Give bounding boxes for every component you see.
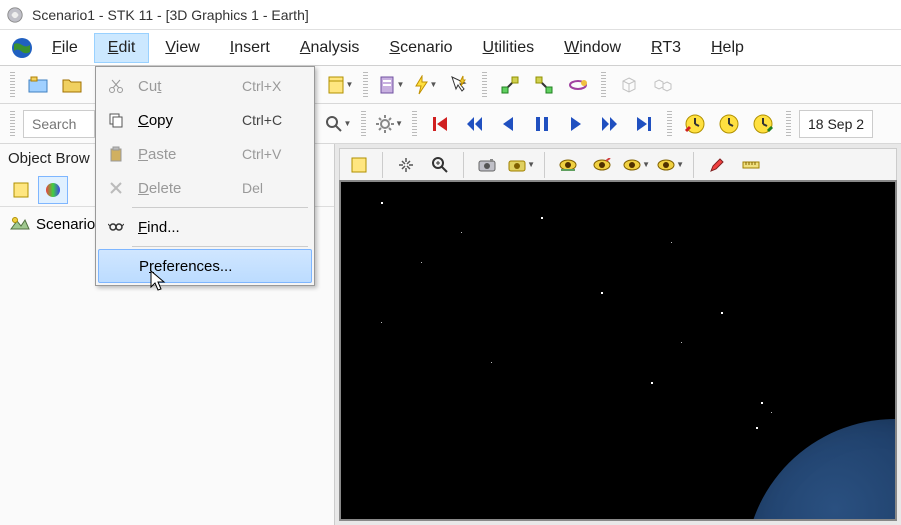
menu-window[interactable]: Window	[550, 33, 635, 63]
search-input[interactable]	[24, 116, 94, 132]
animation-end-button[interactable]	[629, 109, 659, 139]
menu-scenario[interactable]: Scenario	[375, 33, 466, 63]
viewport-panel: ▼ ▼ ▼	[335, 144, 901, 525]
camera-button[interactable]	[472, 150, 502, 180]
cut-icon	[102, 78, 130, 94]
cubes-button[interactable]	[648, 70, 678, 100]
find-icon	[102, 220, 130, 234]
menu-item-copy[interactable]: Copy Ctrl+C	[98, 103, 312, 137]
menu-file[interactable]: File	[38, 33, 92, 63]
view-eye3-button[interactable]: ▼	[621, 150, 651, 180]
menu-item-paste[interactable]: Paste Ctrl+V	[98, 137, 312, 171]
cube-button[interactable]	[614, 70, 644, 100]
grip[interactable]	[361, 111, 366, 137]
vp-notes-button[interactable]	[344, 150, 374, 180]
play-back-button[interactable]	[493, 109, 523, 139]
menu-separator	[132, 246, 308, 247]
grip[interactable]	[412, 111, 417, 137]
edit-menu-dropdown: Cut Ctrl+X Copy Ctrl+C Paste Ctrl+V Dele…	[95, 66, 315, 286]
new-scenario-button[interactable]	[23, 70, 53, 100]
snapshot-button[interactable]: ▼	[506, 150, 536, 180]
open-button[interactable]	[57, 70, 87, 100]
grip[interactable]	[10, 72, 15, 98]
report-button[interactable]: ▼	[376, 70, 406, 100]
view-eye4-button[interactable]: ▼	[655, 150, 685, 180]
menu-separator	[132, 207, 308, 208]
view-eye1-button[interactable]	[553, 150, 583, 180]
menu-insert[interactable]: Insert	[216, 33, 284, 63]
date-field[interactable]: 18 Sep 2	[799, 110, 873, 138]
tab-color-button[interactable]	[38, 176, 68, 204]
viewport-toolbar: ▼ ▼ ▼	[339, 148, 897, 180]
step-forward-button[interactable]	[595, 109, 625, 139]
grip[interactable]	[786, 111, 791, 137]
vector-button[interactable]	[495, 70, 525, 100]
cursor-lightning-button[interactable]	[444, 70, 474, 100]
menu-edit[interactable]: Edit	[94, 33, 150, 63]
3d-viewport[interactable]	[339, 180, 897, 521]
globe-icon[interactable]	[8, 34, 36, 62]
play-forward-button[interactable]	[561, 109, 591, 139]
grip[interactable]	[482, 72, 487, 98]
grip[interactable]	[667, 111, 672, 137]
vector2-button[interactable]	[529, 70, 559, 100]
menubar: File Edit View Insert Analysis Scenario …	[0, 30, 901, 66]
zoom-dropdown-button[interactable]: ▼	[323, 109, 353, 139]
menu-item-cut[interactable]: Cut Ctrl+X	[98, 69, 312, 103]
menu-item-delete[interactable]: Delete Del	[98, 171, 312, 205]
time-decrease-button[interactable]	[680, 109, 710, 139]
search-box[interactable]	[23, 110, 95, 138]
app-icon	[6, 6, 24, 24]
gear-button[interactable]: ▼	[374, 109, 404, 139]
tab-notes-button[interactable]	[6, 176, 36, 204]
grip[interactable]	[10, 111, 15, 137]
orbit-button[interactable]	[563, 70, 593, 100]
ruler-button[interactable]	[736, 150, 766, 180]
title-bar: Scenario1 - STK 11 - [3D Graphics 1 - Ea…	[0, 0, 901, 30]
draw-pencil-button[interactable]	[702, 150, 732, 180]
menu-analysis[interactable]: Analysis	[286, 33, 374, 63]
pan-button[interactable]	[391, 150, 421, 180]
view-eye2-button[interactable]	[587, 150, 617, 180]
delete-icon	[102, 181, 130, 195]
menu-help[interactable]: Help	[697, 33, 758, 63]
copy-icon	[102, 112, 130, 128]
notes-button[interactable]: ▼	[325, 70, 355, 100]
menu-view[interactable]: View	[151, 33, 213, 63]
lightning-button[interactable]: ▼	[410, 70, 440, 100]
tree-item-label: Scenario1	[36, 216, 104, 233]
window-title: Scenario1 - STK 11 - [3D Graphics 1 - Ea…	[32, 7, 309, 23]
menu-utilities[interactable]: Utilities	[469, 33, 549, 63]
menu-item-preferences[interactable]: Preferences...	[98, 249, 312, 283]
time-increase-button[interactable]	[748, 109, 778, 139]
earth-globe	[745, 419, 897, 521]
menu-item-find[interactable]: Find...	[98, 210, 312, 244]
pause-button[interactable]	[527, 109, 557, 139]
grip[interactable]	[363, 72, 368, 98]
menu-rt3[interactable]: RT3	[637, 33, 695, 63]
animation-start-button[interactable]	[425, 109, 455, 139]
step-back-button[interactable]	[459, 109, 489, 139]
paste-icon	[102, 146, 130, 162]
scenario-icon	[10, 215, 30, 233]
time-button[interactable]	[714, 109, 744, 139]
date-text: 18 Sep 2	[808, 116, 864, 132]
zoom-in-button[interactable]	[425, 150, 455, 180]
grip[interactable]	[601, 72, 606, 98]
